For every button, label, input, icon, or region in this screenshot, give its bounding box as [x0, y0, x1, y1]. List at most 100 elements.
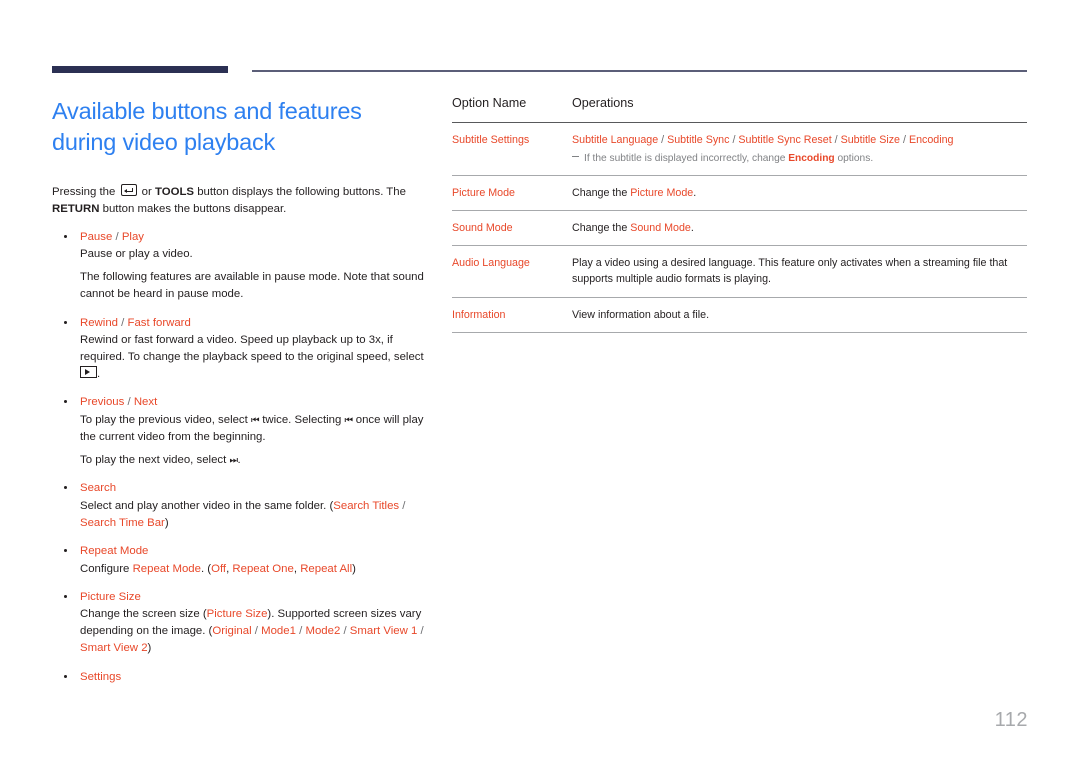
option-subtitle-language: Subtitle Language: [572, 134, 659, 146]
option-mode1: Mode1: [261, 625, 296, 638]
table-header-row: Option Name Operations: [452, 96, 1027, 123]
separator: /: [900, 134, 909, 146]
options-table: Option Name Operations Subtitle Settings…: [452, 96, 1027, 333]
cell-option-name: Subtitle Settings: [452, 122, 572, 177]
note-text-pre: If the subtitle is displayed incorrectly…: [584, 153, 789, 165]
bullet-body-line: To play the next video, select ⏭.: [80, 452, 432, 469]
bullet-title-main: Rewind: [80, 316, 118, 329]
bullet-body-line: Rewind or fast forward a video. Speed up…: [80, 332, 432, 383]
separator: /: [831, 134, 841, 146]
separator: /: [658, 134, 668, 146]
page-title: Available buttons and features during vi…: [52, 98, 362, 156]
option-picture-mode: Picture Mode: [630, 187, 694, 200]
bullet-title-main: Pause: [80, 230, 113, 243]
option-picture-size: Picture Size: [206, 608, 268, 621]
intro-paragraph: Pressing the or TOOLS button displays th…: [52, 184, 432, 219]
bullet-body-line: Pause or play a video.: [80, 248, 193, 261]
bullet-title-main: Search: [80, 482, 117, 495]
intro-text-part4: button makes the buttons disappear.: [102, 203, 287, 216]
table-row: Picture Mode Change the Picture Mode.: [452, 175, 1027, 212]
bullet-body-text: . (: [200, 562, 212, 575]
intro-text-part2: or: [141, 186, 152, 199]
cell-operations: Change the Sound Mode.: [572, 210, 1027, 247]
column-header-option-name: Option Name: [452, 96, 527, 110]
bullet-body-text: To play the next video, select: [80, 454, 227, 467]
bullet-title-pause-play: Pause / Play: [80, 230, 144, 243]
option-off: Off: [211, 562, 227, 575]
bullet-title-main: Picture Size: [80, 590, 141, 603]
cell-operations: Subtitle Language / Subtitle Sync / Subt…: [572, 122, 1027, 177]
bullet-title-main: Repeat Mode: [80, 545, 149, 558]
bullet-title-settings: Settings: [80, 669, 432, 686]
bullet-body-line: To play the previous video, select ⏮ twi…: [80, 412, 432, 446]
return-button-label: RETURN: [52, 203, 100, 216]
bullet-body-text: Configure: [80, 562, 133, 575]
right-content-column: Option Name Operations Subtitle Settings…: [452, 96, 1027, 333]
page-header-rules: [0, 0, 1080, 80]
bullet-body-text: To play the previous video, select: [80, 413, 248, 426]
list-item-picture-size: Picture Size Change the screen size (Pic…: [52, 589, 432, 658]
skip-back-icon: ⏮: [344, 414, 354, 426]
bullet-body-line: Change the screen size (Picture Size). S…: [80, 606, 432, 657]
cell-option-name: Audio Language: [452, 245, 572, 298]
cell-operations: Change the Picture Mode.: [572, 175, 1027, 212]
skip-forward-icon: ⏭: [229, 455, 238, 467]
cell-option-name: Information: [452, 297, 572, 333]
option-search-titles: Search Titles: [333, 499, 400, 512]
bullet-body-line: The following features are available in …: [80, 271, 424, 301]
bullet-body-text: ): [147, 642, 152, 655]
bullet-body-line: Select and play another video in the sam…: [80, 498, 432, 532]
option-subtitle-sync: Subtitle Sync: [667, 134, 730, 146]
table-header: Option Name Operations: [452, 96, 1027, 123]
list-item-pause-play: Pause / Play Pause or play a video. The …: [52, 229, 432, 304]
bullet-body-text: ): [164, 516, 169, 529]
cell-operations: Play a video using a desired language. T…: [572, 245, 1027, 298]
table-row: Sound Mode Change the Sound Mode.: [452, 210, 1027, 247]
option-repeat-mode: Repeat Mode: [132, 562, 201, 575]
bullet-title-rewind-fastforward: Rewind / Fast forward: [80, 316, 191, 329]
header-thick-rule: [52, 66, 228, 73]
enter-key-icon: [120, 184, 137, 197]
cell-operations: View information about a file.: [572, 297, 1027, 333]
play-box-icon: [80, 366, 97, 379]
bullet-body-text: Rewind or fast forward a video. Speed up…: [80, 334, 424, 364]
page-number: 112: [994, 709, 1028, 731]
option-smart-view-2: Smart View 2: [80, 642, 148, 655]
option-subtitle-sync-reset: Subtitle Sync Reset: [738, 134, 832, 146]
skip-back-icon: ⏮: [250, 414, 260, 426]
list-item-previous-next: Previous / Next To play the previous vid…: [52, 394, 432, 469]
note-option-encoding: Encoding: [788, 153, 835, 165]
header-thin-rule: [252, 70, 1027, 72]
option-original: Original: [212, 625, 252, 638]
list-item-settings: Settings: [52, 669, 432, 686]
bullet-body-period: .: [97, 368, 101, 381]
table-row: Information View information about a fil…: [452, 297, 1027, 333]
option-repeat-one: Repeat One: [232, 562, 294, 575]
bullet-title-main: Settings: [80, 670, 122, 683]
cell-option-name: Picture Mode: [452, 175, 572, 212]
left-content-column: Available buttons and features during vi…: [52, 96, 432, 696]
subtitle-option-chain: Subtitle Language / Subtitle Sync / Subt…: [572, 132, 1027, 148]
feature-bullet-list: Pause / Play Pause or play a video. The …: [52, 229, 432, 685]
operations-text-pre: Change the: [572, 222, 631, 235]
bullet-body-text: Change the screen size (: [80, 608, 207, 621]
bullet-title-main: Previous: [80, 396, 125, 409]
operations-text-post: .: [693, 187, 697, 200]
table-body: Subtitle Settings Subtitle Language / Su…: [452, 122, 1027, 333]
note-text-post: options.: [834, 153, 874, 165]
option-encoding: Encoding: [908, 134, 954, 146]
list-item-repeat-mode: Repeat Mode Configure Repeat Mode. (Off,…: [52, 543, 432, 578]
separator: /: [251, 625, 262, 638]
option-repeat-all: Repeat All: [300, 562, 353, 575]
column-header-operations: Operations: [572, 96, 634, 110]
intro-text-part1: Pressing the: [52, 186, 116, 199]
bullet-body-text: twice. Selecting: [262, 413, 342, 426]
cell-option-name: Sound Mode: [452, 210, 572, 247]
option-smart-view-1: Smart View 1: [349, 625, 418, 638]
bullet-title-alt: Fast forward: [127, 316, 191, 329]
option-mode2: Mode2: [305, 625, 341, 638]
operations-text-post: .: [690, 222, 694, 235]
list-item-search: Search Select and play another video in …: [52, 480, 432, 532]
bullet-body-period: .: [237, 454, 241, 467]
separator: /: [340, 625, 350, 638]
